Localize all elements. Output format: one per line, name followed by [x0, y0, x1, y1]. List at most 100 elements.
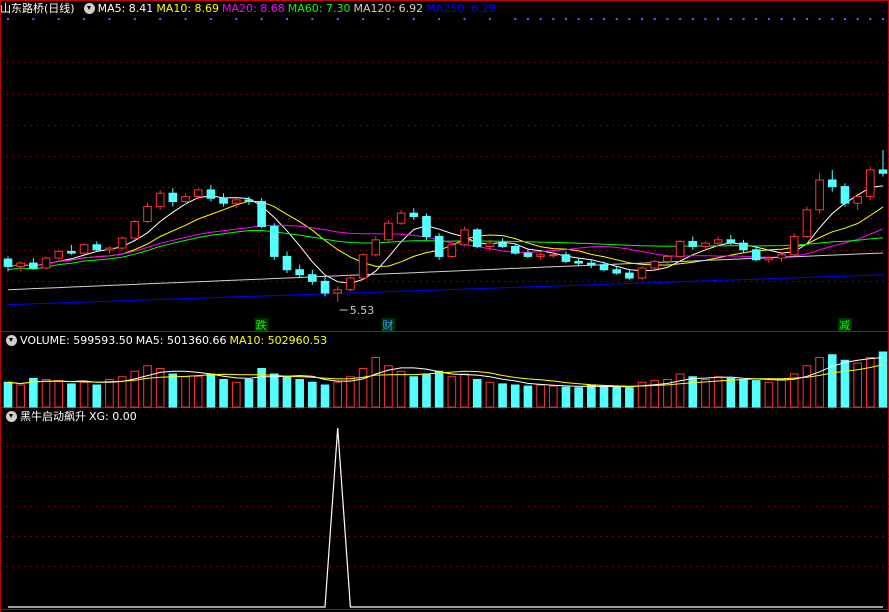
signal-dot [57, 18, 60, 20]
volume-bar [434, 370, 444, 408]
candle-body [384, 222, 393, 241]
candle-body [827, 179, 837, 188]
signal-dot [539, 18, 542, 20]
candle-body [713, 239, 723, 244]
dropdown-icon[interactable] [83, 2, 95, 14]
signal-dot [514, 18, 517, 20]
candle-body [320, 280, 330, 294]
signal-dot [666, 18, 669, 20]
volume-bar [612, 386, 621, 408]
signal-dot [856, 18, 859, 20]
candle-body [130, 221, 140, 239]
candle-body [155, 192, 165, 208]
volume-bar [130, 370, 140, 408]
candle-body [574, 260, 583, 264]
volume-bar [320, 384, 330, 408]
candle-body [599, 264, 609, 271]
candle-body [866, 169, 875, 198]
volume-bar [16, 384, 25, 408]
volume-bar [625, 387, 634, 408]
indicator-legend: XG: 0.00 [89, 410, 140, 423]
candle-body [143, 206, 152, 223]
ma-legend-item-4: MA120: 6.92 [353, 2, 424, 15]
candle-body [726, 239, 736, 244]
candle-body [840, 186, 850, 204]
signal-dot [615, 18, 618, 20]
candle-body [485, 242, 495, 247]
candle-body [434, 235, 444, 257]
signal-dot [590, 18, 593, 20]
candle-body [54, 250, 64, 259]
candle-body [257, 201, 266, 227]
signal-dot [552, 18, 555, 20]
candle-body [802, 209, 812, 237]
candle-body [193, 189, 203, 198]
signal-dot [831, 18, 834, 20]
candle-body [219, 197, 228, 204]
volume-bar [3, 381, 13, 408]
event-badge: 减 [839, 319, 850, 332]
volume-bar [523, 385, 533, 408]
volume-legend-item-0: VOLUME: 599593.50 [20, 334, 133, 347]
event-badge: 跌 [256, 318, 267, 332]
signal-dot [235, 18, 238, 20]
candle-body [168, 192, 178, 203]
signal-dot [603, 18, 606, 20]
volume-bar [67, 383, 76, 408]
volume-legend: VOLUME: 599593.50 MA5: 501360.66 MA10: 502… [20, 334, 330, 347]
volume-bar [231, 381, 241, 408]
volume-bar [751, 380, 761, 408]
dropdown-icon[interactable] [6, 410, 17, 422]
volume-bar [308, 381, 317, 408]
signal-dot [184, 18, 187, 20]
volume-bar [371, 357, 381, 408]
signal-dot [108, 18, 111, 20]
volume-bar [396, 370, 406, 408]
candle-body [460, 229, 469, 246]
candle-body [523, 252, 533, 257]
volume-bar [548, 385, 558, 408]
signal-dot [260, 18, 263, 20]
candle-body [105, 247, 114, 251]
candle-body [231, 199, 241, 204]
xg-signal-line [8, 427, 883, 608]
candle-body [663, 255, 672, 262]
candle-body [295, 269, 304, 276]
candle-body [181, 196, 190, 203]
volume-bar [510, 384, 520, 408]
price-panel-header: 山东路桥(日线) MA5: 8.41 MA10: 8.69 MA20: 8.68 MA6… [0, 1, 502, 17]
candle-body [688, 240, 698, 247]
signal-dot [869, 18, 872, 20]
ma-legend: MA5: 8.41 MA10: 8.69 MA20: 8.68 MA60: 7.30 M… [98, 2, 499, 15]
volume-bar [333, 381, 343, 408]
signal-dot [412, 18, 415, 20]
candle-body [472, 229, 482, 247]
volume-bar [561, 386, 571, 408]
indicator-name[interactable]: 黑牛启动飙升 [20, 410, 86, 423]
signal-dot [628, 18, 631, 20]
signal-dot [818, 18, 821, 20]
candle-body [536, 254, 545, 257]
signal-dot [159, 18, 162, 20]
signal-dot [679, 18, 682, 20]
signal-dot [755, 18, 758, 20]
signal-dot [882, 18, 884, 20]
signal-dot [83, 18, 86, 20]
volume-bar [701, 379, 710, 408]
volume-bar [295, 379, 304, 408]
volume-bar [587, 384, 596, 408]
stock-title[interactable]: 山东路桥(日线) [0, 2, 75, 15]
volume-bar [574, 387, 583, 408]
candle-body [548, 254, 558, 257]
dropdown-icon[interactable] [6, 334, 17, 346]
signal-dot [780, 18, 783, 20]
stock-chart-canvas[interactable]: 5.53 跌 财 减 [0, 0, 889, 612]
signal-dot [793, 18, 796, 20]
signal-dot [729, 18, 732, 20]
candle-body [270, 225, 279, 257]
signal-dot [704, 18, 707, 20]
ma-legend-item-2: MA20: 8.68 [222, 2, 285, 15]
ma120-line [7, 252, 884, 291]
candle-body [675, 240, 685, 257]
volume-bar [815, 357, 824, 408]
